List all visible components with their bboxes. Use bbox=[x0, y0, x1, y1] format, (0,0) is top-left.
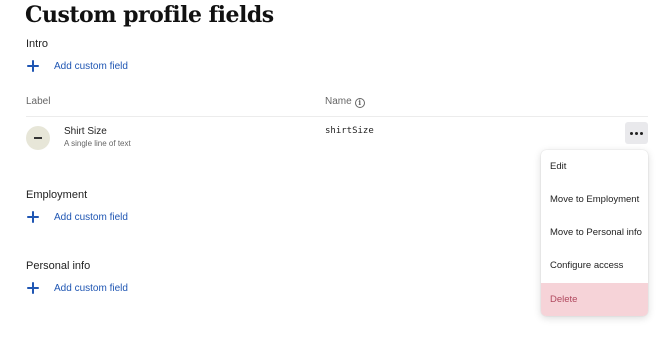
plus-icon bbox=[26, 59, 40, 73]
remove-field-button[interactable] bbox=[26, 126, 50, 150]
add-custom-field-employment-button[interactable]: Add custom field bbox=[26, 209, 128, 225]
add-custom-field-label: Add custom field bbox=[54, 282, 128, 294]
menu-item-delete[interactable]: Delete bbox=[541, 283, 648, 316]
more-horizontal-icon bbox=[629, 131, 644, 135]
section-heading-employment: Employment bbox=[26, 189, 88, 201]
plus-icon bbox=[26, 210, 40, 224]
field-description: A single line of text bbox=[64, 139, 131, 148]
field-label: Shirt Size bbox=[64, 126, 107, 137]
field-name: shirtSize bbox=[325, 126, 374, 136]
more-options-button[interactable] bbox=[625, 122, 648, 144]
plus-icon bbox=[26, 281, 40, 295]
column-header-label: Label bbox=[26, 96, 51, 107]
add-custom-field-label: Add custom field bbox=[54, 211, 128, 223]
page-title: Custom profile fields bbox=[25, 2, 274, 28]
menu-item-edit[interactable]: Edit bbox=[541, 150, 648, 183]
field-options-menu: Edit Move to Employment Move to Personal… bbox=[541, 150, 648, 316]
add-custom-field-label: Add custom field bbox=[54, 60, 128, 72]
add-custom-field-intro-button[interactable]: Add custom field bbox=[26, 58, 128, 74]
menu-item-move-to-personal-info[interactable]: Move to Personal info bbox=[541, 216, 648, 249]
add-custom-field-personal-info-button[interactable]: Add custom field bbox=[26, 280, 128, 296]
column-header-name-text: Name bbox=[325, 96, 352, 107]
table-divider bbox=[26, 116, 648, 117]
section-heading-intro: Intro bbox=[26, 38, 49, 50]
section-heading-personal-info: Personal info bbox=[26, 260, 91, 272]
info-icon[interactable]: i bbox=[354, 98, 365, 108]
column-header-name: Name i bbox=[325, 95, 365, 108]
menu-item-move-to-employment[interactable]: Move to Employment bbox=[541, 183, 648, 216]
menu-item-configure-access[interactable]: Configure access bbox=[541, 249, 648, 282]
